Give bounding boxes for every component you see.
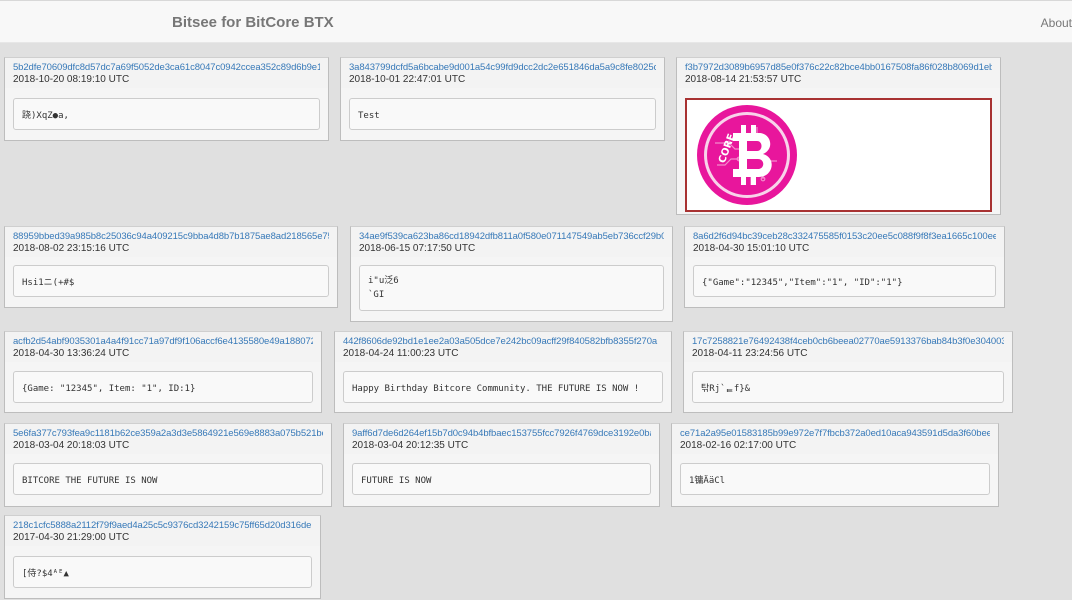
timestamp: 2017-04-30 21:29:00 UTC bbox=[13, 532, 130, 543]
timestamp: 2018-08-02 23:15:16 UTC bbox=[13, 243, 130, 254]
timestamp: 2018-04-24 11:00:23 UTC bbox=[343, 348, 459, 359]
message-box: Happy Birthday Bitcore Community. THE FU… bbox=[343, 371, 663, 403]
bitcore-logo-icon: CORE bbox=[697, 105, 797, 205]
message-box: Hsi1ニ(+#$ bbox=[13, 265, 329, 297]
card-header: 17c7258821e76492438f4ceb0cb6beea02770ae5… bbox=[684, 332, 1012, 362]
message-card: 218c1cfc5888a2112f79f9aed4a25c5c9376cd32… bbox=[4, 515, 321, 599]
message-card: 5e6fa377c793fea9c1181b62ce359a2a3d3e5864… bbox=[4, 423, 332, 507]
txid-link[interactable]: 442f8606de92bd1e1ee2a03a505dce7e242bc09a… bbox=[343, 335, 663, 348]
card-header: 5e6fa377c793fea9c1181b62ce359a2a3d3e5864… bbox=[5, 424, 331, 454]
message-box: FUTURE IS NOW bbox=[352, 463, 651, 495]
message-box: 1镛ÄäCl bbox=[680, 463, 990, 495]
timestamp: 2018-08-14 21:53:57 UTC bbox=[685, 74, 802, 85]
timestamp: 2018-04-30 13:36:24 UTC bbox=[13, 348, 130, 359]
message-box: 跷)XqZ●a, bbox=[13, 98, 320, 130]
message-box: {"Game":"12345","Item":"1", "ID":"1"} bbox=[693, 265, 996, 297]
message-card: 34ae9f539ca623ba86cd18942dfb811a0f580e07… bbox=[350, 226, 673, 322]
card-header: acfb2d54abf9035301a4a4f91cc71a97df9f106a… bbox=[5, 332, 321, 362]
message-card: 88959bbed39a985b8c25036c94a409215c9bba4d… bbox=[4, 226, 338, 308]
message-card: f3b7972d3089b6957d85e0f376c22c82bce4bb01… bbox=[676, 57, 1001, 215]
txid-link[interactable]: 88959bbed39a985b8c25036c94a409215c9bba4d… bbox=[13, 230, 329, 243]
txid-link[interactable]: 5e6fa377c793fea9c1181b62ce359a2a3d3e5864… bbox=[13, 427, 323, 440]
about-link[interactable]: About bbox=[1041, 16, 1072, 30]
card-header: ce71a2a95e01583185b99e972e7f7fbcb372a0ed… bbox=[672, 424, 998, 454]
card-header: 88959bbed39a985b8c25036c94a409215c9bba4d… bbox=[5, 227, 337, 257]
timestamp: 2018-03-04 20:18:03 UTC bbox=[13, 440, 130, 451]
message-image-box: CORE bbox=[685, 98, 992, 212]
txid-link[interactable]: 3a843799dcfd5a6bcabe9d001a54c99fd9dcc2dc… bbox=[349, 61, 656, 74]
card-header: 442f8606de92bd1e1ee2a03a505dce7e242bc09a… bbox=[335, 332, 671, 362]
brand-link[interactable]: Bitsee for BitCore BTX bbox=[172, 14, 334, 31]
navbar: Bitsee for BitCore BTX About bbox=[0, 0, 1072, 43]
message-card: 17c7258821e76492438f4ceb0cb6beea02770ae5… bbox=[683, 331, 1013, 413]
message-box: {Game: "12345", Item: "1", ID:1} bbox=[13, 371, 313, 403]
card-header: 9aff6d7de6d264ef15b7d0c94b4bfbaec153755f… bbox=[344, 424, 659, 454]
message-box: BITCORE THE FUTURE IS NOW bbox=[13, 463, 323, 495]
card-header: 218c1cfc5888a2112f79f9aed4a25c5c9376cd32… bbox=[5, 516, 320, 546]
message-card: 5b2dfe70609dfc8d57dc7a69f5052de3ca61c804… bbox=[4, 57, 329, 141]
timestamp: 2018-06-15 07:17:50 UTC bbox=[359, 243, 476, 254]
card-header: 3a843799dcfd5a6bcabe9d001a54c99fd9dcc2dc… bbox=[341, 58, 664, 88]
card-header: f3b7972d3089b6957d85e0f376c22c82bce4bb01… bbox=[677, 58, 1000, 88]
txid-link[interactable]: 218c1cfc5888a2112f79f9aed4a25c5c9376cd32… bbox=[13, 519, 312, 532]
txid-link[interactable]: 9aff6d7de6d264ef15b7d0c94b4bfbaec153755f… bbox=[352, 427, 651, 440]
timestamp: 2018-10-01 22:47:01 UTC bbox=[349, 74, 466, 85]
message-card: 9aff6d7de6d264ef15b7d0c94b4bfbaec153755f… bbox=[343, 423, 660, 507]
message-box: [侍?$4ᴬᴱ▲ bbox=[13, 556, 312, 588]
message-card: 442f8606de92bd1e1ee2a03a505dce7e242bc09a… bbox=[334, 331, 672, 413]
message-card: 3a843799dcfd5a6bcabe9d001a54c99fd9dcc2dc… bbox=[340, 57, 665, 141]
timestamp: 2018-10-20 08:19:10 UTC bbox=[13, 74, 130, 85]
card-header: 8a6d2f6d94bc39ceb28c332475585f0153c20ee5… bbox=[685, 227, 1004, 257]
message-box: i"u泛6 `GI bbox=[359, 265, 664, 311]
txid-link[interactable]: f3b7972d3089b6957d85e0f376c22c82bce4bb01… bbox=[685, 61, 992, 74]
message-card: ce71a2a95e01583185b99e972e7f7fbcb372a0ed… bbox=[671, 423, 999, 507]
txid-link[interactable]: 5b2dfe70609dfc8d57dc7a69f5052de3ca61c804… bbox=[13, 61, 320, 74]
timestamp: 2018-03-04 20:12:35 UTC bbox=[352, 440, 469, 451]
message-box: Test bbox=[349, 98, 656, 130]
txid-link[interactable]: 17c7258821e76492438f4ceb0cb6beea02770ae5… bbox=[692, 335, 1004, 348]
message-card: 8a6d2f6d94bc39ceb28c332475585f0153c20ee5… bbox=[684, 226, 1005, 308]
txid-link[interactable]: 34ae9f539ca623ba86cd18942dfb811a0f580e07… bbox=[359, 230, 664, 243]
message-box: 탂Rj`ᇀf}& bbox=[692, 371, 1004, 403]
card-header: 34ae9f539ca623ba86cd18942dfb811a0f580e07… bbox=[351, 227, 672, 257]
txid-link[interactable]: acfb2d54abf9035301a4a4f91cc71a97df9f106a… bbox=[13, 335, 313, 348]
message-card: acfb2d54abf9035301a4a4f91cc71a97df9f106a… bbox=[4, 331, 322, 413]
timestamp: 2018-04-30 15:01:10 UTC bbox=[693, 243, 810, 254]
timestamp: 2018-04-11 23:24:56 UTC bbox=[692, 348, 808, 359]
timestamp: 2018-02-16 02:17:00 UTC bbox=[680, 440, 797, 451]
card-header: 5b2dfe70609dfc8d57dc7a69f5052de3ca61c804… bbox=[5, 58, 328, 88]
txid-link[interactable]: 8a6d2f6d94bc39ceb28c332475585f0153c20ee5… bbox=[693, 230, 996, 243]
txid-link[interactable]: ce71a2a95e01583185b99e972e7f7fbcb372a0ed… bbox=[680, 427, 990, 440]
